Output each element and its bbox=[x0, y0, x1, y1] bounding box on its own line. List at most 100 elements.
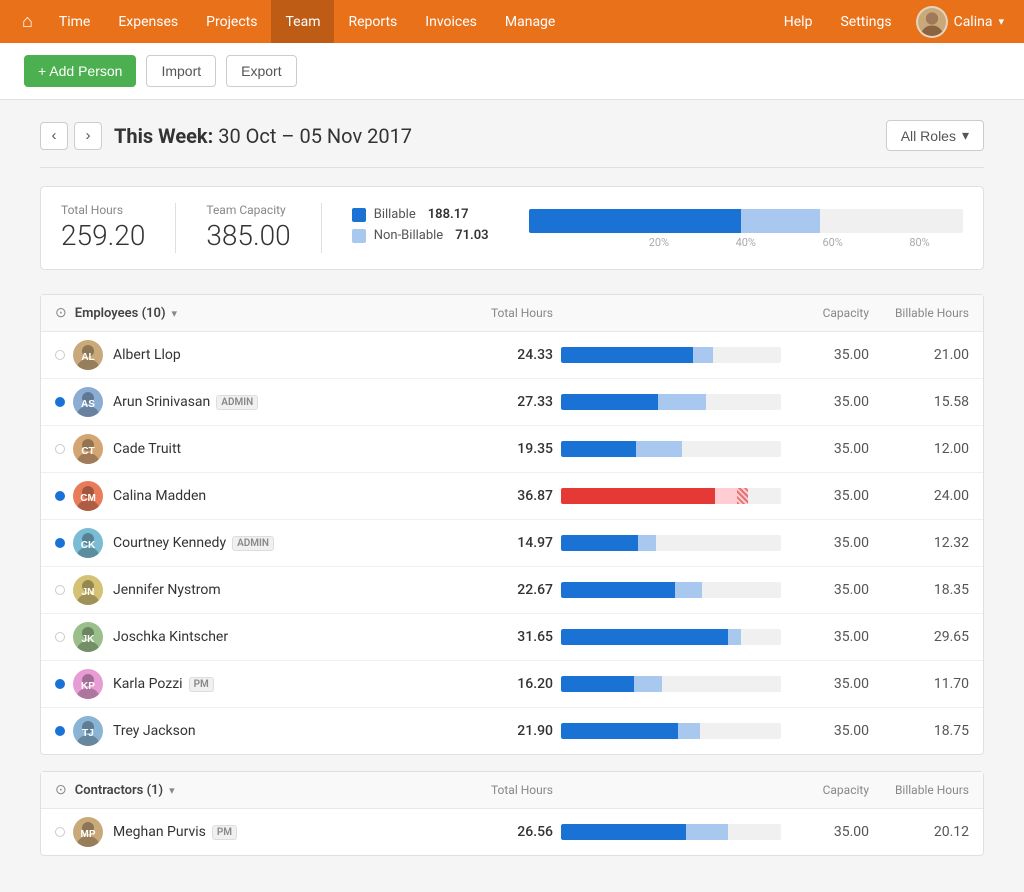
employee-row[interactable]: KP Karla PozziPM 16.20 35.00 11.70 bbox=[41, 661, 983, 708]
emp-capacity: 35.00 bbox=[789, 394, 869, 410]
progress-bar bbox=[561, 441, 781, 457]
nav-team[interactable]: Team bbox=[271, 0, 334, 43]
contractors-section-header[interactable]: ⊙ Contractors (1) ▾ Total Hours Capacity… bbox=[41, 772, 983, 809]
legend: Billable 188.17 Non-Billable 71.03 bbox=[352, 203, 489, 243]
user-menu[interactable]: Calina ▾ bbox=[906, 6, 1014, 38]
nav-reports[interactable]: Reports bbox=[334, 0, 411, 43]
emp-hours: 31.65 bbox=[453, 629, 553, 645]
progress-bar bbox=[561, 676, 781, 692]
contractors-section: ⊙ Contractors (1) ▾ Total Hours Capacity… bbox=[40, 771, 984, 856]
nav-expenses[interactable]: Expenses bbox=[104, 0, 192, 43]
team-capacity-label: Team Capacity bbox=[206, 203, 290, 217]
emp-capacity: 35.00 bbox=[789, 535, 869, 551]
progress-bar bbox=[561, 723, 781, 739]
total-hours-label: Total Hours bbox=[61, 203, 145, 217]
nav-invoices[interactable]: Invoices bbox=[411, 0, 491, 43]
employee-row[interactable]: AL Albert Llop 24.33 35.00 21.00 bbox=[41, 332, 983, 379]
billable-legend-label: Billable bbox=[374, 207, 416, 222]
svg-text:MP: MP bbox=[81, 829, 96, 840]
emp-name: Joschka Kintscher bbox=[113, 629, 453, 645]
emp-avatar: TJ bbox=[73, 716, 103, 746]
employees-section-header[interactable]: ⊙ Employees (10) ▾ Total Hours Capacity … bbox=[41, 295, 983, 332]
week-title-bold: This Week: bbox=[114, 124, 213, 148]
toolbar: + Add Person Import Export bbox=[0, 43, 1024, 100]
emp-billable-hours: 24.00 bbox=[869, 488, 969, 504]
role-badge: PM bbox=[189, 677, 214, 692]
emp-avatar: CT bbox=[73, 434, 103, 464]
emp-capacity: 35.00 bbox=[789, 582, 869, 598]
emp-name: Karla PozziPM bbox=[113, 676, 453, 692]
home-nav-item[interactable]: ⌂ bbox=[10, 0, 45, 43]
emp-hours: 24.33 bbox=[453, 347, 553, 363]
emp-hours: 14.97 bbox=[453, 535, 553, 551]
emp-name: Courtney KennedyADMIN bbox=[113, 535, 453, 551]
tick-20: 20% bbox=[649, 236, 669, 249]
employee-row[interactable]: CT Cade Truitt 19.35 35.00 12.00 bbox=[41, 426, 983, 473]
emp-name: Calina Madden bbox=[113, 488, 453, 504]
nav-projects[interactable]: Projects bbox=[192, 0, 271, 43]
week-title: This Week: 30 Oct – 05 Nov 2017 bbox=[114, 124, 412, 148]
online-dot bbox=[55, 397, 65, 407]
import-button[interactable]: Import bbox=[146, 55, 216, 87]
svg-text:AL: AL bbox=[81, 352, 94, 363]
nonbillable-legend-label: Non-Billable bbox=[374, 228, 443, 243]
emp-capacity: 35.00 bbox=[789, 629, 869, 645]
next-week-button[interactable]: › bbox=[74, 122, 102, 150]
emp-name: Meghan PurvisPM bbox=[113, 824, 453, 840]
emp-hours: 16.20 bbox=[453, 676, 553, 692]
employee-row[interactable]: AS Arun SrinivasanADMIN 27.33 35.00 15.5… bbox=[41, 379, 983, 426]
progress-bar bbox=[561, 535, 781, 551]
emp-billable-hours: 29.65 bbox=[869, 629, 969, 645]
svg-text:KP: KP bbox=[81, 681, 95, 692]
emp-name: Albert Llop bbox=[113, 347, 453, 363]
tick-60: 60% bbox=[822, 236, 842, 249]
add-person-button[interactable]: + Add Person bbox=[24, 55, 136, 87]
emp-billable-hours: 15.58 bbox=[869, 394, 969, 410]
svg-text:JN: JN bbox=[82, 587, 95, 598]
emp-capacity: 35.00 bbox=[789, 824, 869, 840]
employee-row[interactable]: JK Joschka Kintscher 31.65 35.00 29.65 bbox=[41, 614, 983, 661]
emp-hours: 19.35 bbox=[453, 441, 553, 457]
tick-40: 40% bbox=[736, 236, 756, 249]
nav-help[interactable]: Help bbox=[770, 0, 827, 43]
emp-name: Cade Truitt bbox=[113, 441, 453, 457]
svg-text:TJ: TJ bbox=[82, 728, 94, 739]
nav-time[interactable]: Time bbox=[45, 0, 104, 43]
col-total-hours-header: Total Hours bbox=[453, 306, 553, 320]
svg-text:CK: CK bbox=[81, 540, 96, 551]
offline-dot bbox=[55, 585, 65, 595]
emp-billable-hours: 18.35 bbox=[869, 582, 969, 598]
emp-capacity: 35.00 bbox=[789, 488, 869, 504]
progress-bar bbox=[561, 394, 781, 410]
online-dot bbox=[55, 679, 65, 689]
role-badge: ADMIN bbox=[216, 395, 258, 410]
all-roles-button[interactable]: All Roles ▾ bbox=[886, 120, 984, 151]
employee-row[interactable]: JN Jennifer Nystrom 22.67 35.00 18.35 bbox=[41, 567, 983, 614]
progress-bar bbox=[561, 488, 781, 504]
emp-hours: 27.33 bbox=[453, 394, 553, 410]
employee-row[interactable]: CM Calina Madden 36.87 35.00 24.00 bbox=[41, 473, 983, 520]
employees-section-title: Employees (10) bbox=[75, 306, 166, 321]
col-billable-hours-header: Billable Hours bbox=[869, 306, 969, 320]
export-button[interactable]: Export bbox=[226, 55, 296, 87]
progress-bar bbox=[561, 347, 781, 363]
emp-avatar: JN bbox=[73, 575, 103, 605]
employee-row[interactable]: TJ Trey Jackson 21.90 35.00 18.75 bbox=[41, 708, 983, 754]
emp-capacity: 35.00 bbox=[789, 723, 869, 739]
emp-avatar: KP bbox=[73, 669, 103, 699]
role-badge: ADMIN bbox=[232, 536, 274, 551]
offline-dot bbox=[55, 350, 65, 360]
billable-legend-value: 188.17 bbox=[428, 207, 469, 222]
prev-week-button[interactable]: ‹ bbox=[40, 122, 68, 150]
nav-settings[interactable]: Settings bbox=[826, 0, 905, 43]
emp-avatar: CK bbox=[73, 528, 103, 558]
employee-row[interactable]: MP Meghan PurvisPM 26.56 35.00 20.12 bbox=[41, 809, 983, 855]
role-badge: PM bbox=[212, 825, 237, 840]
nav-manage[interactable]: Manage bbox=[491, 0, 569, 43]
svg-text:AS: AS bbox=[81, 399, 95, 410]
team-capacity-value: 385.00 bbox=[206, 219, 290, 252]
emp-billable-hours: 12.00 bbox=[869, 441, 969, 457]
employee-row[interactable]: CK Courtney KennedyADMIN 14.97 35.00 12.… bbox=[41, 520, 983, 567]
progress-bar bbox=[561, 629, 781, 645]
emp-avatar: CM bbox=[73, 481, 103, 511]
